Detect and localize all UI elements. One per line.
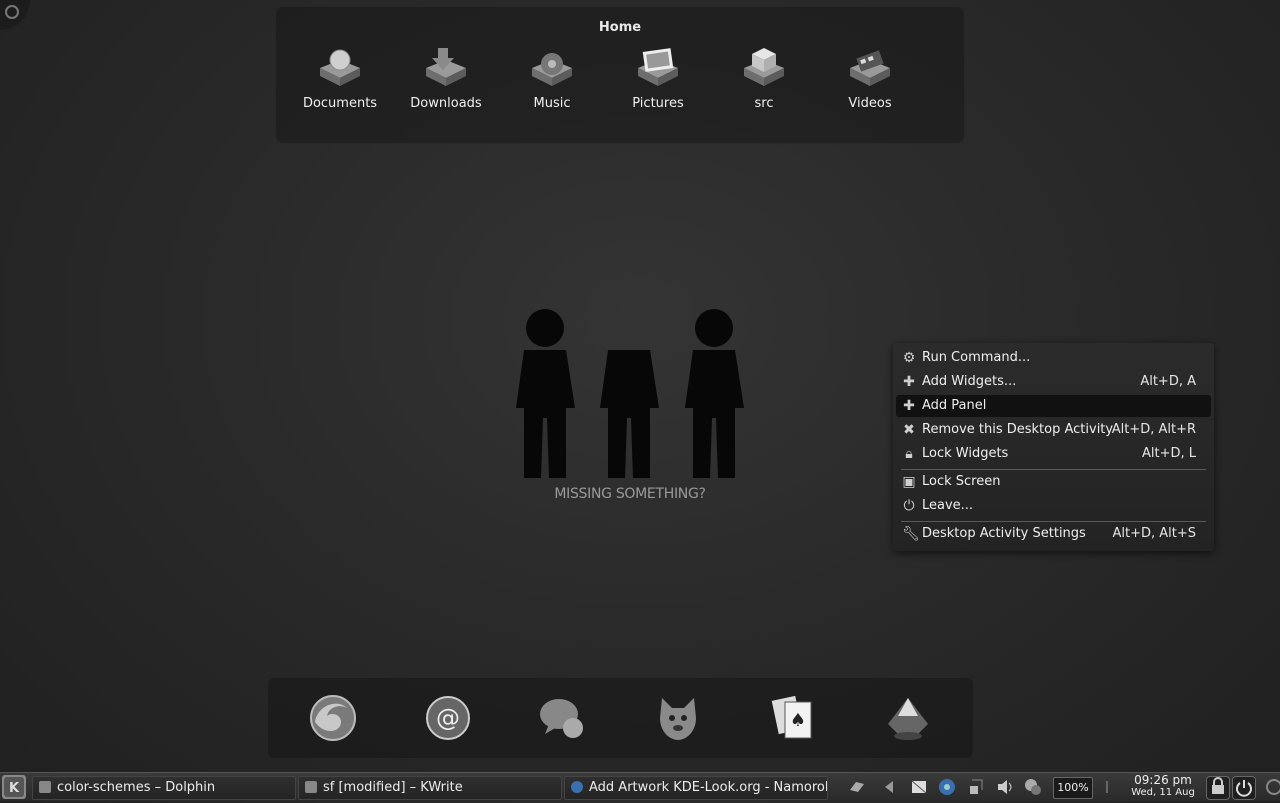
task-dolphin[interactable]: color-schemes – Dolphin bbox=[32, 776, 296, 800]
menu-item-add-panel[interactable]: ✚ Add Panel bbox=[896, 395, 1211, 417]
folder-label-downloads: Downloads bbox=[410, 96, 482, 111]
taskbar-panel: K color-schemes – Dolphin sf [modified] … bbox=[0, 772, 1280, 801]
device-notifier-icon[interactable] bbox=[966, 778, 984, 796]
remove-icon: ✖ bbox=[903, 422, 915, 438]
mail-icon[interactable]: @ bbox=[422, 692, 474, 744]
kde-logo-icon: K bbox=[4, 777, 24, 797]
folder-item-pictures[interactable]: Pictures bbox=[610, 46, 706, 118]
lock-screen-icon: ▣ bbox=[902, 474, 916, 490]
folder-item-downloads[interactable]: Downloads bbox=[398, 46, 494, 118]
leave-icon: ⏻ bbox=[903, 498, 915, 514]
network-globe-icon[interactable] bbox=[938, 778, 956, 796]
settings-wrench-icon: 🔧︎ bbox=[902, 526, 920, 542]
volume-icon[interactable] bbox=[996, 778, 1014, 796]
info-icon[interactable] bbox=[1098, 778, 1116, 796]
menu-item-add-widgets[interactable]: ✚ Add Widgets... Alt+D, A bbox=[896, 371, 1211, 393]
quick-launch-dock: @ ♠ bbox=[268, 678, 973, 758]
desktop-context-menu: ⚙ Run Command... ✚ Add Widgets... Alt+D,… bbox=[893, 343, 1214, 551]
lock-screen-icon bbox=[1212, 777, 1224, 794]
task-kwrite[interactable]: sf [modified] – KWrite bbox=[298, 776, 562, 800]
add-icon: ✚ bbox=[903, 398, 915, 414]
menu-item-remove-activity[interactable]: ✖ Remove this Desktop Activity Alt+D, Al… bbox=[896, 419, 1211, 441]
browser-icon bbox=[571, 781, 583, 793]
menu-item-run-command[interactable]: ⚙ Run Command... bbox=[896, 347, 1211, 369]
folder-view-title: Home bbox=[598, 20, 642, 35]
downloads-folder-icon bbox=[426, 48, 466, 86]
wallpaper-art: MISSING SOMETHING? bbox=[500, 300, 760, 510]
add-icon: ✚ bbox=[903, 374, 915, 390]
music-folder-icon bbox=[532, 53, 572, 86]
folder-item-src[interactable]: src bbox=[716, 46, 812, 118]
chat-icon[interactable] bbox=[537, 692, 589, 744]
folder-item-videos[interactable]: Videos bbox=[822, 46, 918, 118]
power-icon bbox=[1236, 780, 1252, 797]
folder-item-documents[interactable]: Documents bbox=[292, 46, 388, 118]
chat-status-icon[interactable] bbox=[1024, 778, 1042, 796]
folder-label-pictures: Pictures bbox=[632, 96, 684, 111]
wallpaper-caption: MISSING SOMETHING? bbox=[554, 486, 706, 502]
lock-icon: 🔒︎ bbox=[905, 446, 913, 462]
battery-indicator[interactable]: 100% bbox=[1053, 777, 1093, 799]
lock-screen-button[interactable] bbox=[1206, 776, 1230, 800]
pictures-folder-icon bbox=[638, 48, 678, 86]
menu-item-lock-widgets[interactable]: 🔒︎ Lock Widgets Alt+D, L bbox=[896, 443, 1211, 465]
cards-game-icon[interactable]: ♠ bbox=[767, 692, 819, 744]
folder-label-src: src bbox=[754, 96, 774, 111]
task-browser[interactable]: Add Artwork KDE-Look.org - Namoroka bbox=[564, 776, 828, 800]
menu-item-lock-screen[interactable]: ▣ Lock Screen bbox=[896, 471, 1211, 493]
svg-text:♠: ♠ bbox=[790, 710, 806, 731]
digital-clock[interactable]: 09:26 pm Wed, 11 Aug bbox=[1121, 773, 1205, 801]
svg-text:K: K bbox=[9, 781, 20, 796]
wallpaper-figures bbox=[516, 309, 744, 478]
svg-text:@: @ bbox=[436, 704, 460, 732]
menu-separator bbox=[901, 521, 1206, 522]
menu-item-leave[interactable]: ⏻ Leave... bbox=[896, 495, 1211, 517]
folder-label-videos: Videos bbox=[848, 96, 892, 111]
notes-icon[interactable] bbox=[910, 778, 928, 796]
src-folder-icon bbox=[744, 48, 784, 86]
folder-label-music: Music bbox=[533, 96, 571, 111]
leave-button[interactable] bbox=[1232, 776, 1256, 800]
folder-label-documents: Documents bbox=[302, 96, 378, 111]
folder-view-widget: Home Documents Downloads Music Pictures … bbox=[275, 6, 965, 144]
tray-arrow-icon[interactable] bbox=[880, 778, 898, 796]
folder-item-music[interactable]: Music bbox=[504, 46, 600, 118]
videos-folder-icon bbox=[850, 50, 890, 86]
menu-item-activity-settings[interactable]: 🔧︎ Desktop Activity Settings Alt+D, Alt+… bbox=[896, 523, 1211, 545]
panel-toolbox-icon[interactable] bbox=[1260, 778, 1280, 796]
kde-menu-button[interactable]: K bbox=[2, 775, 26, 799]
documents-folder-icon bbox=[320, 49, 360, 86]
menu-separator bbox=[901, 469, 1206, 470]
desktop-toolbox-icon[interactable] bbox=[0, 0, 30, 30]
run-command-icon: ⚙ bbox=[902, 350, 916, 366]
gimp-icon[interactable] bbox=[652, 692, 704, 744]
firefox-icon[interactable] bbox=[307, 692, 359, 744]
desktop-switch-icon[interactable] bbox=[848, 778, 866, 796]
kwrite-icon bbox=[305, 781, 317, 793]
dolphin-icon bbox=[39, 781, 51, 793]
inkscape-icon[interactable] bbox=[882, 692, 934, 744]
